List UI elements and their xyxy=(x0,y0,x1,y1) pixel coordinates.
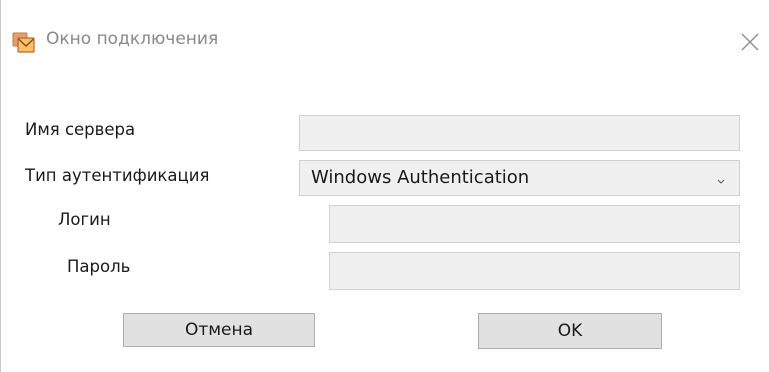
ok-button[interactable]: OK xyxy=(478,313,662,349)
envelope-folder-icon xyxy=(11,30,36,55)
server-name-field[interactable] xyxy=(299,115,740,151)
auth-type-label: Тип аутентификация xyxy=(25,166,210,185)
server-name-input[interactable] xyxy=(300,116,739,150)
chevron-down-icon xyxy=(715,172,727,184)
window-title: Окно подключения xyxy=(46,29,219,49)
login-label: Логин xyxy=(58,210,111,229)
login-input[interactable] xyxy=(330,206,739,242)
connection-dialog: Окно подключения Имя сервера Тип аутенти… xyxy=(0,0,769,372)
password-label: Пароль xyxy=(67,257,131,276)
login-field[interactable] xyxy=(329,205,740,243)
ok-button-label: OK xyxy=(557,321,583,341)
auth-type-selected: Windows Authentication xyxy=(311,167,530,188)
cancel-button-label: Отмена xyxy=(184,320,254,340)
close-icon[interactable] xyxy=(738,30,762,54)
cancel-button[interactable]: Отмена xyxy=(123,313,315,347)
server-name-label: Имя сервера xyxy=(25,120,136,139)
password-input[interactable] xyxy=(330,253,739,289)
password-field[interactable] xyxy=(329,252,740,290)
auth-type-select[interactable]: Windows Authentication xyxy=(299,160,740,196)
title-bar: Окно подключения xyxy=(1,0,769,82)
